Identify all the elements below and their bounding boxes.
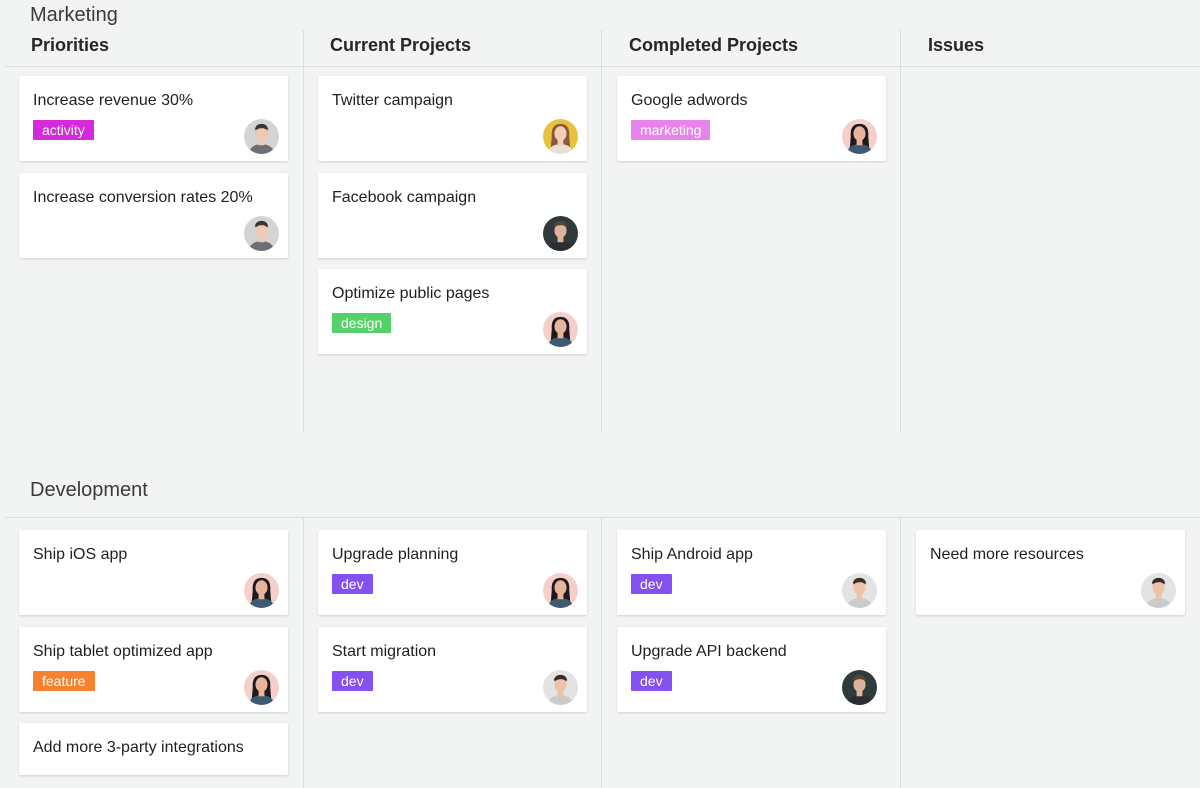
card-start-migration[interactable]: Start migration dev	[318, 626, 587, 712]
column-current-projects: Upgrade planning dev Start migration dev	[318, 530, 587, 723]
card-title: Google adwords	[631, 92, 748, 109]
card-title: Twitter campaign	[332, 92, 453, 109]
card-title: Optimize public pages	[332, 285, 490, 302]
card-title: Increase conversion rates 20%	[33, 188, 253, 206]
column-divider	[303, 518, 304, 788]
tag-dev[interactable]: dev	[332, 670, 373, 691]
column-current-projects: Twitter campaign Facebook campaign Optim…	[318, 76, 587, 366]
tag-dev[interactable]: dev	[631, 670, 672, 691]
card-need-more-resources[interactable]: Need more resources	[916, 530, 1185, 615]
card-title: Ship tablet optimized app	[33, 642, 213, 660]
assignee-avatar[interactable]	[842, 669, 877, 705]
column-priorities: Increase revenue 30% activity Increase co…	[19, 76, 288, 269]
column-divider	[601, 518, 602, 788]
swimlane-divider	[5, 517, 1200, 518]
card-increase-conversion-rates-20[interactable]: Increase conversion rates 20%	[19, 172, 288, 258]
column-priorities: Ship iOS app Ship tablet optimized app fe…	[19, 530, 288, 787]
tag-feature[interactable]: feature	[33, 670, 95, 691]
column-divider	[900, 518, 901, 788]
column-header-current-projects[interactable]: Current Projects	[330, 35, 471, 56]
card-optimize-public-pages[interactable]: Optimize public pages design	[318, 269, 587, 354]
card-upgrade-planning[interactable]: Upgrade planning dev	[318, 530, 587, 615]
assignee-avatar[interactable]	[842, 119, 877, 154]
swimlane-development: Development Ship iOS app Ship tablet opt…	[0, 475, 1200, 788]
column-divider	[303, 30, 304, 432]
tag-dev[interactable]: dev	[631, 574, 672, 594]
assignee-avatar[interactable]	[244, 669, 279, 705]
assignee-avatar[interactable]	[543, 119, 578, 154]
card-title: Increase revenue 30%	[33, 92, 194, 109]
card-ship-android-app[interactable]: Ship Android app dev	[617, 530, 886, 615]
assignee-avatar[interactable]	[543, 215, 578, 251]
card-title: Ship iOS app	[33, 546, 128, 563]
assignee-avatar[interactable]	[244, 119, 279, 154]
card-title: Add more 3-party integrations	[33, 739, 244, 756]
card-title: Facebook campaign	[332, 188, 477, 206]
column-headers: Priorities Current Projects Completed Pr…	[0, 35, 1200, 59]
column-divider	[601, 30, 602, 432]
card-upgrade-api-backend[interactable]: Upgrade API backend dev	[617, 626, 886, 712]
assignee-avatar[interactable]	[543, 312, 578, 347]
tag-activity[interactable]: activity	[33, 120, 94, 140]
card-title: Ship Android app	[631, 546, 753, 563]
tag-dev[interactable]: dev	[332, 574, 373, 594]
assignee-avatar[interactable]	[543, 669, 578, 705]
card-ship-ios-app[interactable]: Ship iOS app	[19, 530, 288, 615]
card-ship-tablet-optimized-app[interactable]: Ship tablet optimized app feature	[19, 626, 288, 712]
swimlane-title: Marketing	[30, 4, 118, 26]
column-header-issues[interactable]: Issues	[928, 35, 984, 56]
card-google-adwords[interactable]: Google adwords marketing	[617, 76, 886, 161]
column-completed-projects: Ship Android app dev Upgrade API backend d…	[617, 530, 886, 723]
column-completed-projects: Google adwords marketing	[617, 76, 886, 173]
assignee-avatar[interactable]	[543, 573, 578, 608]
tag-design[interactable]: design	[332, 313, 392, 333]
swimlane-title: Development	[30, 479, 148, 501]
card-title: Need more resources	[930, 546, 1084, 563]
card-title: Start migration	[332, 642, 437, 660]
assignee-avatar[interactable]	[842, 573, 877, 608]
swimlane-divider	[5, 66, 1200, 67]
card-title: Upgrade planning	[332, 546, 459, 563]
column-divider	[900, 30, 901, 432]
column-issues: Need more resources	[916, 530, 1185, 627]
assignee-avatar[interactable]	[244, 573, 279, 608]
swimlane-marketing: Marketing Priorities Current Projects Co…	[0, 0, 1200, 432]
card-increase-revenue-30[interactable]: Increase revenue 30% activity	[19, 76, 288, 161]
card-twitter-campaign[interactable]: Twitter campaign	[318, 76, 587, 161]
column-header-priorities[interactable]: Priorities	[31, 35, 109, 56]
card-facebook-campaign[interactable]: Facebook campaign	[318, 172, 587, 258]
assignee-avatar[interactable]	[244, 215, 279, 251]
card-add-more-3-party-integrations[interactable]: Add more 3-party integrations	[19, 723, 288, 775]
tag-marketing[interactable]: marketing	[631, 120, 711, 140]
card-title: Upgrade API backend	[631, 642, 787, 660]
column-header-completed-projects[interactable]: Completed Projects	[629, 35, 798, 56]
assignee-avatar[interactable]	[1141, 573, 1176, 608]
